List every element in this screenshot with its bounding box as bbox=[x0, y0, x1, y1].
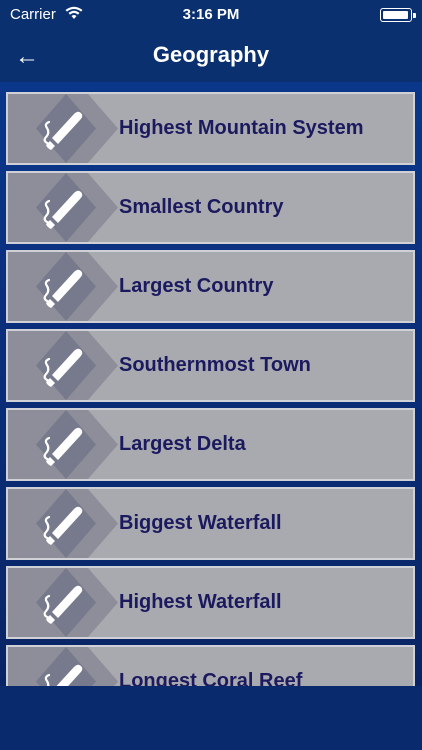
list-item-label: Largest Country bbox=[119, 275, 274, 297]
brush-icon bbox=[38, 420, 86, 470]
battery-icon bbox=[380, 8, 416, 22]
page-title: Geography bbox=[152, 42, 270, 67]
list-item-label: Longest Coral Reef bbox=[119, 670, 303, 686]
footer-background bbox=[0, 686, 422, 750]
brush-icon bbox=[38, 183, 86, 233]
status-time: 3:16 PM bbox=[182, 6, 240, 23]
list-item-label: Smallest Country bbox=[119, 196, 284, 218]
list-item[interactable]: Biggest Waterfall bbox=[6, 487, 415, 560]
nav-bar: ← Geography bbox=[0, 30, 422, 82]
brush-icon bbox=[38, 499, 86, 549]
list-item[interactable]: Largest Country bbox=[6, 250, 415, 323]
list-item-label: Southernmost Town bbox=[119, 354, 311, 376]
list-item[interactable]: Largest Delta bbox=[6, 408, 415, 481]
brush-icon bbox=[38, 657, 86, 686]
list-item[interactable]: Highest Waterfall bbox=[6, 566, 415, 639]
list-item[interactable]: Southernmost Town bbox=[6, 329, 415, 402]
brush-icon bbox=[38, 578, 86, 628]
brush-icon bbox=[38, 341, 86, 391]
brush-icon bbox=[38, 104, 86, 154]
topic-list: Highest Mountain System Smallest Country L… bbox=[0, 82, 422, 686]
list-item[interactable]: Smallest Country bbox=[6, 171, 415, 244]
list-item[interactable]: Highest Mountain System bbox=[6, 92, 415, 165]
list-item-label: Largest Delta bbox=[119, 433, 246, 455]
list-item[interactable]: Longest Coral Reef bbox=[6, 645, 415, 686]
list-item-label: Biggest Waterfall bbox=[119, 512, 282, 534]
brush-icon bbox=[38, 262, 86, 312]
status-bar: Carrier 3:16 PM bbox=[0, 0, 422, 30]
list-item-label: Highest Mountain System bbox=[119, 117, 364, 139]
list-item-label: Highest Waterfall bbox=[119, 591, 282, 613]
